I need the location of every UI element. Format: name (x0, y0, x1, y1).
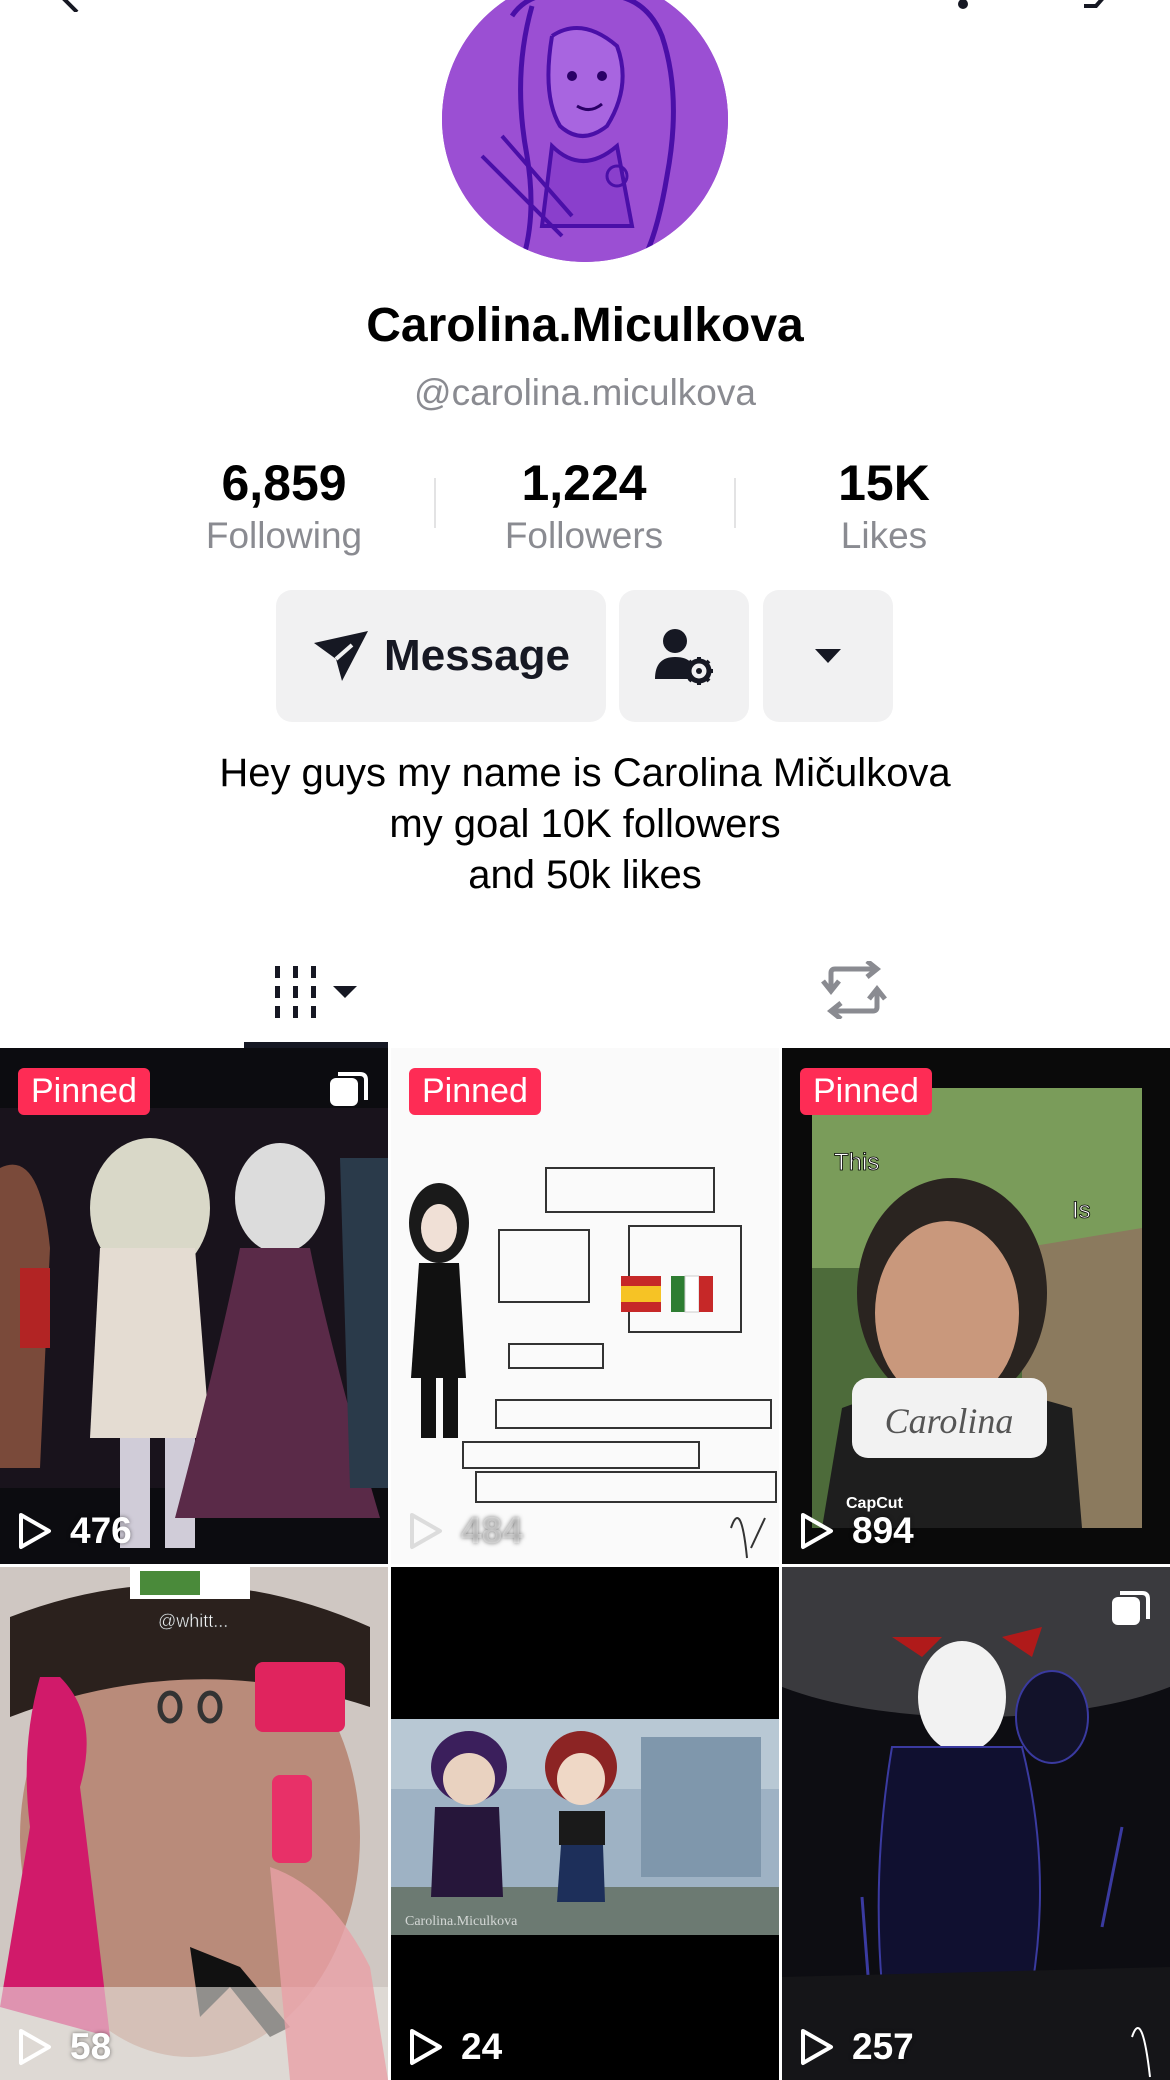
view-count-label: 476 (70, 1510, 132, 1551)
followers-count: 1,224 (521, 455, 647, 511)
view-count: 476 (18, 1510, 132, 1552)
followers-label: Followers (504, 515, 664, 556)
video-thumbnail[interactable]: Carolina.Miculkova 24 (391, 1567, 779, 2080)
play-icon (19, 2029, 51, 2065)
play-icon (801, 2029, 833, 2065)
view-count-label: 257 (852, 2026, 914, 2067)
video-thumbnail[interactable]: @whitt... 58 (0, 1567, 388, 2080)
pinned-badge: Pinned (409, 1068, 541, 1115)
overlay-text: Carolina.Miculkova (405, 1914, 518, 1929)
view-count: 24 (409, 2026, 502, 2068)
share-icon[interactable] (1080, 0, 1116, 12)
send-icon (314, 631, 369, 681)
video-thumbnail-image: Carolina This Is CapCut (782, 1048, 1170, 1564)
overlay-text: Is (1072, 1197, 1091, 1224)
view-count-label: 58 (70, 2026, 112, 2067)
view-count-label: 894 (852, 1510, 914, 1551)
message-button-label: Message (384, 631, 570, 680)
video-thumbnail-image (782, 1567, 1170, 2080)
bio: Hey guys my name is Carolina Mičulkova m… (0, 748, 1170, 901)
friend-settings-button[interactable] (619, 590, 749, 722)
view-count: 894 (800, 1510, 914, 1552)
tab-videos[interactable] (244, 940, 388, 1044)
bio-line: my goal 10K followers (389, 802, 781, 846)
video-thumbnail-image: Carolina.Miculkova (391, 1567, 779, 2080)
play-icon (410, 1513, 442, 1549)
photo-carousel-icon (1112, 1591, 1150, 1625)
following-label: Following (205, 515, 363, 556)
video-thumbnail-image: @whitt... (0, 1567, 388, 2080)
view-count: 484 (409, 1510, 523, 1552)
caret-down-icon (815, 649, 841, 663)
likes-count: 15K (838, 455, 930, 511)
pinned-badge: Pinned (18, 1068, 150, 1115)
following-count: 6,859 (221, 455, 347, 511)
view-count: 58 (18, 2026, 111, 2068)
play-icon (410, 2029, 442, 2065)
tab-reposts[interactable] (800, 940, 908, 1040)
video-thumbnail[interactable]: Pinned 476 (0, 1048, 388, 1564)
stat-following[interactable]: 6,859 Following (134, 452, 434, 558)
play-icon (801, 1513, 833, 1549)
stats-row: 6,859 Following 1,224 Followers 15K Like… (0, 452, 1170, 562)
overlay-text: This (834, 1149, 879, 1176)
display-name: Carolina.Miculkova (366, 299, 804, 352)
back-arrow-icon[interactable] (55, 0, 85, 12)
grid-bars-icon (275, 966, 357, 1018)
notification-bell-icon[interactable] (948, 0, 978, 12)
content-tabs (0, 940, 1170, 1048)
stat-followers[interactable]: 1,224 Followers (434, 452, 734, 558)
photo-carousel-icon (330, 1072, 368, 1106)
play-icon (19, 1513, 51, 1549)
video-thumbnail[interactable]: Pinned 484 (391, 1048, 779, 1564)
message-button[interactable]: Message (276, 590, 606, 722)
bio-line: and 50k likes (468, 853, 702, 897)
more-options-button[interactable] (763, 590, 893, 722)
person-gear-icon (655, 629, 713, 685)
username: @carolina.miculkova (414, 372, 756, 413)
overlay-text: @whitt... (158, 1611, 228, 1631)
video-thumbnail[interactable]: Carolina This Is CapCut Pinned 894 (782, 1048, 1170, 1564)
view-count: 257 (800, 2026, 914, 2068)
avatar[interactable] (442, 0, 728, 262)
video-thumbnail-image (391, 1048, 779, 1564)
repost-icon (821, 961, 887, 1019)
bio-line: Hey guys my name is Carolina Mičulkova (219, 751, 951, 795)
likes-label: Likes (840, 515, 928, 556)
stat-likes[interactable]: 15K Likes (734, 452, 1034, 558)
view-count-label: 24 (461, 2026, 503, 2067)
view-count-label: 484 (461, 1510, 523, 1551)
overlay-text: Carolina (885, 1401, 1014, 1441)
video-thumbnail-image (0, 1048, 388, 1564)
video-thumbnail[interactable]: 257 (782, 1567, 1170, 2080)
pinned-badge: Pinned (800, 1068, 932, 1115)
